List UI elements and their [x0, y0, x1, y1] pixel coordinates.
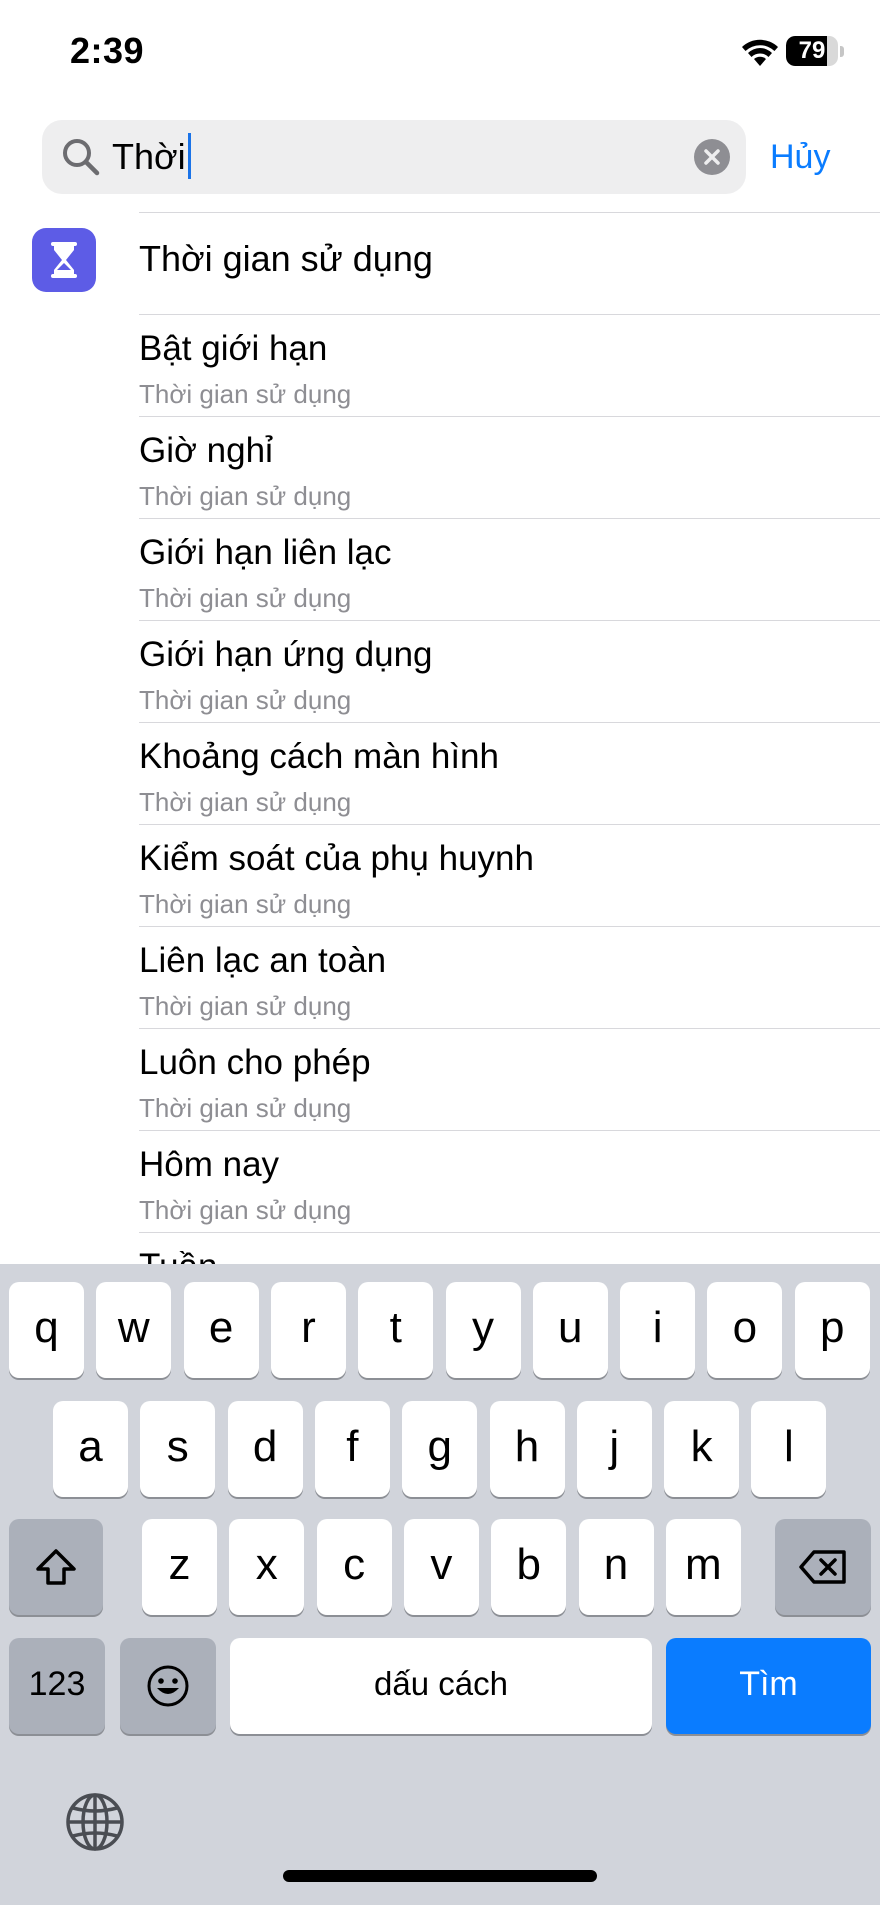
search-go-key[interactable]: Tìm [666, 1638, 871, 1734]
search-icon [63, 139, 100, 176]
key-j[interactable]: j [576, 1401, 652, 1497]
key-r[interactable]: r [270, 1282, 346, 1378]
key-w[interactable]: w [96, 1282, 172, 1378]
result-item-title: Hôm nay [139, 1145, 280, 1184]
key-y[interactable]: y [445, 1282, 521, 1378]
key-g[interactable]: g [402, 1401, 478, 1497]
result-item[interactable]: Hôm nay Thời gian sử dụng [0, 1131, 880, 1233]
delete-icon [799, 1550, 846, 1584]
result-item-title: Giới hạn liên lạc [139, 533, 392, 572]
key-q[interactable]: q [9, 1282, 84, 1378]
result-item-subtitle: Thời gian sử dụng [139, 1195, 352, 1225]
key-s[interactable]: s [140, 1401, 216, 1497]
key-d[interactable]: d [227, 1401, 303, 1497]
search-input[interactable]: Thời [112, 120, 191, 194]
result-item-title: Giới hạn ứng dụng [139, 635, 433, 674]
result-item-title: Khoảng cách màn hình [139, 737, 499, 776]
delete-key[interactable] [775, 1519, 871, 1615]
status-bar: 2:39 79 [0, 0, 880, 100]
result-item-title: Bật giới hạn [139, 329, 328, 368]
keyboard: qwertyuiop asdfghjkl zxcvbnm 123 dấu các… [0, 1264, 880, 1905]
result-item-subtitle: Thời gian sử dụng [139, 481, 352, 511]
search-input-value: Thời [112, 136, 186, 177]
result-app-screen-time[interactable]: Thời gian sử dụng [0, 212, 880, 314]
result-item[interactable]: Giới hạn ứng dụng Thời gian sử dụng [0, 621, 880, 723]
key-a[interactable]: a [53, 1401, 128, 1497]
battery-level: 79 [798, 37, 826, 64]
battery-icon: 79 [786, 36, 844, 68]
search-field[interactable]: Thời [42, 120, 746, 194]
result-item-subtitle: Thời gian sử dụng [139, 787, 352, 817]
key-h[interactable]: h [489, 1401, 565, 1497]
space-key[interactable]: dấu cách [230, 1638, 652, 1734]
wifi-icon [742, 39, 778, 66]
key-f[interactable]: f [314, 1401, 390, 1497]
key-v[interactable]: v [403, 1519, 479, 1615]
result-item[interactable]: Giới hạn liên lạc Thời gian sử dụng [0, 519, 880, 621]
result-item[interactable]: Liên lạc an toàn Thời gian sử dụng [0, 927, 880, 1029]
cancel-button[interactable]: Hủy [770, 132, 830, 182]
result-item[interactable]: Luôn cho phép Thời gian sử dụng [0, 1029, 880, 1131]
key-t[interactable]: t [358, 1282, 434, 1378]
result-item-title: Tuần [139, 1247, 217, 1264]
shift-key[interactable] [9, 1519, 103, 1615]
key-p[interactable]: p [794, 1282, 870, 1378]
result-item[interactable]: Khoảng cách màn hình Thời gian sử dụng [0, 723, 880, 825]
result-item[interactable]: Giờ nghỉ Thời gian sử dụng [0, 417, 880, 519]
result-item[interactable]: Bật giới hạn Thời gian sử dụng [0, 315, 880, 417]
key-e[interactable]: e [183, 1282, 259, 1378]
shift-icon [36, 1549, 76, 1585]
key-l[interactable]: l [751, 1401, 827, 1497]
result-item[interactable]: Kiểm soát của phụ huynh Thời gian sử dụng [0, 825, 880, 927]
numbers-key[interactable]: 123 [9, 1638, 105, 1734]
result-item-title: Liên lạc an toàn [139, 941, 387, 980]
text-caret [187, 133, 191, 180]
result-item-title: Luôn cho phép [139, 1043, 371, 1082]
key-k[interactable]: k [664, 1401, 740, 1497]
result-item-title: Giờ nghỉ [139, 431, 273, 470]
key-m[interactable]: m [665, 1519, 741, 1615]
result-item[interactable]: Tuần [0, 1233, 880, 1264]
hourglass-icon [32, 228, 96, 292]
key-z[interactable]: z [142, 1519, 217, 1615]
result-item-subtitle: Thời gian sử dụng [139, 1093, 352, 1123]
home-indicator [283, 1870, 597, 1882]
result-item-subtitle: Thời gian sử dụng [139, 685, 352, 715]
key-c[interactable]: c [316, 1519, 392, 1615]
key-b[interactable]: b [491, 1519, 567, 1615]
emoji-icon [147, 1665, 189, 1707]
result-item-title: Kiểm soát của phụ huynh [139, 839, 534, 878]
status-time: 2:39 [70, 30, 145, 71]
search-results: Thời gian sử dụng Bật giới hạn Thời gian … [0, 212, 880, 1264]
result-app-title: Thời gian sử dụng [139, 238, 433, 279]
result-item-subtitle: Thời gian sử dụng [139, 583, 352, 613]
clear-text-icon[interactable] [694, 139, 730, 175]
result-item-subtitle: Thời gian sử dụng [139, 889, 352, 919]
key-n[interactable]: n [578, 1519, 654, 1615]
result-item-subtitle: Thời gian sử dụng [139, 991, 352, 1021]
result-item-subtitle: Thời gian sử dụng [139, 379, 352, 409]
key-x[interactable]: x [229, 1519, 305, 1615]
globe-icon[interactable] [64, 1791, 126, 1853]
key-i[interactable]: i [620, 1282, 696, 1378]
emoji-key[interactable] [120, 1638, 216, 1734]
key-u[interactable]: u [532, 1282, 608, 1378]
key-o[interactable]: o [707, 1282, 783, 1378]
